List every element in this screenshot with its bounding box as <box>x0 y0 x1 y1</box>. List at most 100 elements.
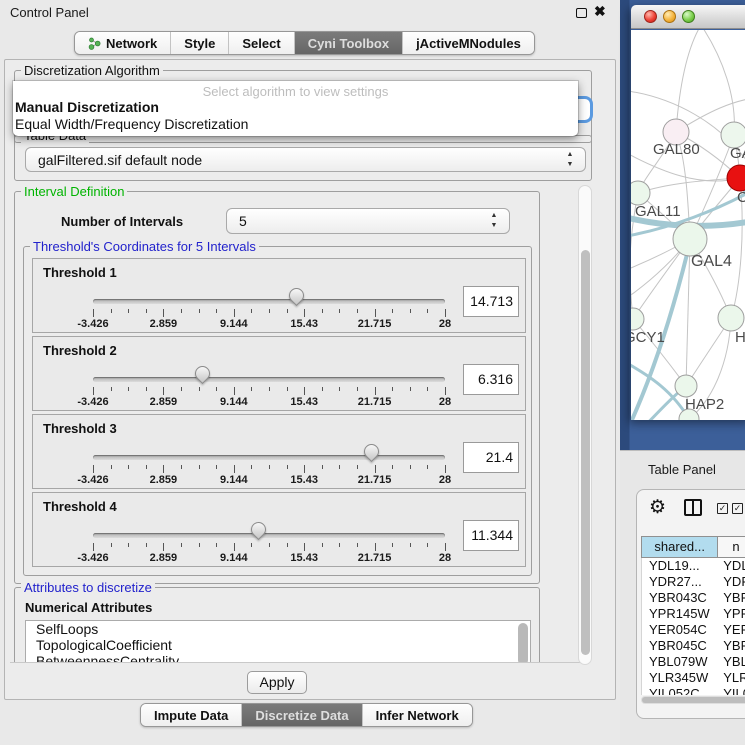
attributes-group-title: Attributes to discretize <box>21 580 155 595</box>
float-window-icon[interactable] <box>576 8 587 18</box>
spinner-stepper-icon[interactable]: ▲▼ <box>489 211 499 231</box>
slider-tick <box>181 543 182 547</box>
table-column-header-1[interactable]: shared... <box>641 536 718 558</box>
checkbox-icon-1[interactable]: ✓ <box>717 503 728 514</box>
attributes-list-scrollbar[interactable] <box>518 623 528 663</box>
table-cell-name: YLR3 <box>719 670 745 686</box>
slider-tick <box>128 543 129 547</box>
slider-tick <box>304 309 305 317</box>
table-row[interactable]: YIL052CYIL0 <box>642 686 745 695</box>
slider-tick-label: -3.426 <box>77 318 108 330</box>
minimize-traffic-light[interactable] <box>663 10 676 23</box>
settings-scrollbar-thumb[interactable] <box>581 250 590 655</box>
tab-impute-data[interactable]: Impute Data <box>141 704 241 726</box>
tab-network[interactable]: Network <box>75 32 170 54</box>
checkbox-icon-2[interactable]: ✓ <box>732 503 743 514</box>
close-icon[interactable]: ✖ <box>594 3 606 20</box>
threshold-box-4: Threshold 4-3.4262.8599.14415.4321.71528… <box>32 492 526 567</box>
zoom-traffic-light[interactable] <box>682 10 695 23</box>
slider-tick-label: 15.43 <box>290 474 318 486</box>
slider-tick <box>357 387 358 391</box>
tab-discretize-data[interactable]: Discretize Data <box>241 704 361 726</box>
tab-jactivemnodules[interactable]: jActiveMNodules <box>402 32 534 54</box>
slider-tick <box>287 543 288 547</box>
table-cell-name: YDR2 <box>719 574 745 590</box>
slider-tick <box>410 465 411 469</box>
table-header-row: shared...n <box>641 536 745 558</box>
table-cell-shared-name: YPR145W <box>642 606 719 622</box>
slider-tick <box>146 387 147 391</box>
slider-tick <box>128 387 129 391</box>
slider-tick <box>93 543 94 551</box>
table-row[interactable]: YPR145WYPR1 <box>642 606 745 622</box>
slider-tick <box>427 543 428 547</box>
table-row[interactable]: YLR345WYLR3 <box>642 670 745 686</box>
slider-tick <box>304 543 305 551</box>
slider-tick <box>427 465 428 469</box>
attribute-item-topologicalcoefficient[interactable]: TopologicalCoefficient <box>26 637 530 653</box>
table-hscrollbar[interactable] <box>641 696 745 704</box>
interval-definition-group: Interval Definition Number of Intervals … <box>14 191 540 584</box>
attribute-item-betweennesscentrality[interactable]: BetweennessCentrality <box>26 653 530 663</box>
node-gal4[interactable] <box>673 222 707 256</box>
threshold-value-field[interactable]: 14.713 <box>463 286 519 317</box>
slider-tick <box>392 309 393 313</box>
slider-tick-label: -3.426 <box>77 396 108 408</box>
slider-tick <box>410 543 411 547</box>
apply-button[interactable]: Apply <box>247 671 307 694</box>
split-columns-icon[interactable] <box>684 499 702 516</box>
slider-tick <box>410 387 411 391</box>
threshold-value-field[interactable]: 11.344 <box>463 520 519 551</box>
threshold-label: Threshold 2 <box>43 343 117 358</box>
table-data-combobox[interactable]: galFiltered.sif default node ▲▼ <box>25 147 586 172</box>
tab-style[interactable]: Style <box>170 32 228 54</box>
number-of-intervals-spinner[interactable]: 5 ▲▼ <box>226 208 510 234</box>
table-cell-name: YBL0 <box>719 654 745 670</box>
threshold-slider-track[interactable] <box>93 299 445 304</box>
algorithm-option-manual-discretization[interactable]: Manual Discretization <box>13 99 578 116</box>
slider-tick-label: 9.144 <box>220 318 248 330</box>
threshold-box-3: Threshold 3-3.4262.8599.14415.4321.71528… <box>32 414 526 489</box>
table-row[interactable]: YBR043CYBR0 <box>642 590 745 606</box>
table-cell-shared-name: YLR345W <box>642 670 719 686</box>
settings-scrollbar[interactable] <box>578 185 592 665</box>
algorithm-option-equal-width-frequency-discretization[interactable]: Equal Width/Frequency Discretization <box>13 116 578 133</box>
node-table: shared...n YDL19...YDL1YDR27...YDR2YBR04… <box>641 536 745 695</box>
table-column-header-2[interactable]: n <box>718 536 745 558</box>
threshold-value-field[interactable]: 21.4 <box>463 442 519 473</box>
table-row[interactable]: YDL19...YDL1 <box>642 558 745 574</box>
attribute-item-selfloops[interactable]: SelfLoops <box>26 621 530 637</box>
threshold-value-field[interactable]: 6.316 <box>463 364 519 395</box>
table-row[interactable]: YDR27...YDR2 <box>642 574 745 590</box>
number-of-intervals-value: 5 <box>239 209 247 233</box>
table-row[interactable]: YER054CYER0 <box>642 622 745 638</box>
numerical-attributes-label: Numerical Attributes <box>25 600 152 615</box>
tab-select[interactable]: Select <box>228 32 293 54</box>
node-gal11[interactable] <box>631 181 650 205</box>
gear-icon[interactable]: ⚙ <box>649 496 666 519</box>
slider-tick <box>251 465 252 469</box>
tab-infer-network[interactable]: Infer Network <box>362 704 472 726</box>
node-gcy1[interactable] <box>631 308 644 330</box>
slider-tick <box>304 387 305 395</box>
network-desktop: GAL80GACGAL11GAL4GCY1HAHAP2 <box>620 0 745 450</box>
tab-cyni-toolbox[interactable]: Cyni Toolbox <box>294 32 402 54</box>
table-row[interactable]: YBR045CYBR0 <box>642 638 745 654</box>
combobox-stepper-icon[interactable]: ▲▼ <box>565 150 575 170</box>
close-traffic-light[interactable] <box>644 10 657 23</box>
threshold-slider-track[interactable] <box>93 377 445 382</box>
slider-tick <box>322 387 323 391</box>
node-hap2[interactable] <box>675 375 697 397</box>
threshold-slider-track[interactable] <box>93 455 445 460</box>
table-cell-name: YBR0 <box>719 638 745 654</box>
node-label-gcy1: GCY1 <box>631 329 665 346</box>
table-hscrollbar-thumb[interactable] <box>642 697 745 703</box>
control-panel: Control Panel ✖ NetworkStyleSelectCyni T… <box>0 0 620 745</box>
slider-tick <box>199 543 200 547</box>
slider-tick <box>357 309 358 313</box>
node-right-h[interactable] <box>718 305 744 331</box>
slider-tick <box>304 465 305 473</box>
table-row[interactable]: YBL079WYBL0 <box>642 654 745 670</box>
network-canvas[interactable]: GAL80GACGAL11GAL4GCY1HAHAP2 <box>631 30 745 420</box>
threshold-slider-track[interactable] <box>93 533 445 538</box>
